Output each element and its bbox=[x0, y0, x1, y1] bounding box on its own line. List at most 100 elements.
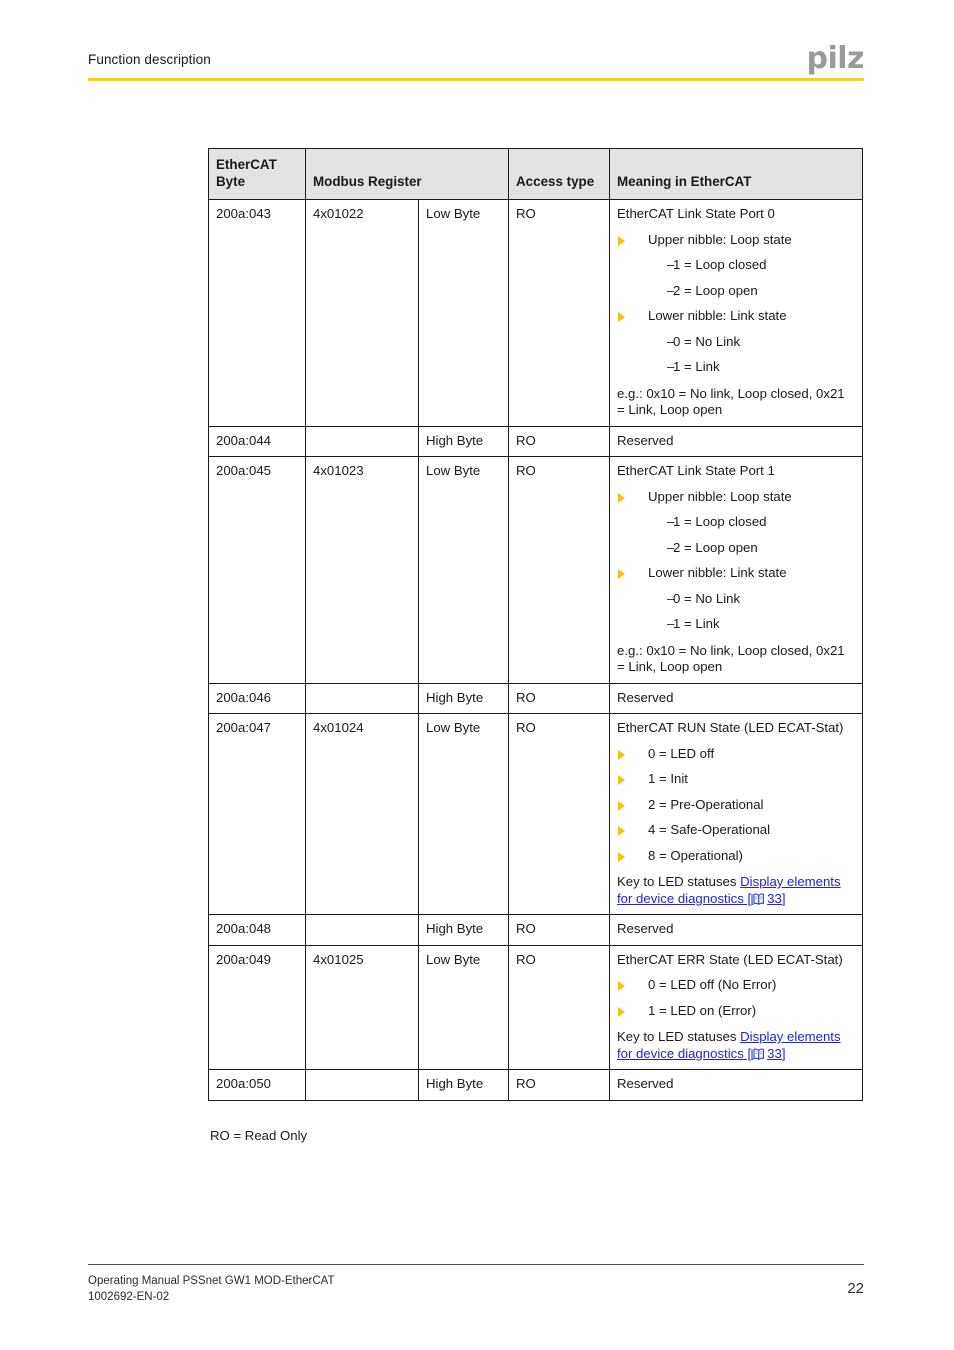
state-value-list: 0 = LED off (No Error) 1 = LED on (Error… bbox=[617, 977, 855, 1019]
cell-meaning: EtherCAT Link State Port 0 Upper nibble:… bbox=[609, 199, 863, 427]
xref-lead-text: Key to LED statuses bbox=[617, 874, 741, 889]
cell-meaning: EtherCAT RUN State (LED ECAT-Stat) 0 = L… bbox=[609, 713, 863, 915]
xref-page-ref: 33] bbox=[767, 1045, 786, 1061]
cell-byte-part: Low Byte bbox=[418, 944, 509, 1070]
cell-ethercat-byte: 200a:048 bbox=[208, 914, 306, 946]
cell-modbus-register: 4x01022 bbox=[305, 199, 419, 427]
cell-ethercat-byte: 200a:046 bbox=[208, 682, 306, 714]
sub-list: 1 = Loop closed 2 = Loop open bbox=[643, 514, 855, 556]
cell-byte-part: Low Byte bbox=[418, 713, 509, 915]
list-item: 1 = Loop closed bbox=[643, 257, 855, 274]
cross-reference-note: Key to LED statuses Display elements for… bbox=[617, 1029, 855, 1062]
cell-access-type: RO bbox=[508, 914, 610, 946]
book-icon bbox=[751, 1047, 765, 1060]
list-item: 1 = Loop closed bbox=[643, 514, 855, 531]
nibble-list: Lower nibble: Link state bbox=[617, 308, 855, 325]
column-header-access-type: Access type bbox=[508, 148, 610, 200]
cell-ethercat-byte: 200a:044 bbox=[208, 425, 306, 457]
sub-list: 0 = No Link 1 = Link bbox=[643, 591, 855, 633]
meaning-title: EtherCAT RUN State (LED ECAT-Stat) bbox=[617, 720, 844, 735]
list-item: 0 = No Link bbox=[643, 334, 855, 351]
cell-meaning: EtherCAT Link State Port 1 Upper nibble:… bbox=[609, 456, 863, 684]
nibble-list: Upper nibble: Loop state bbox=[617, 489, 855, 506]
list-item: 0 = No Link bbox=[643, 591, 855, 608]
cell-access-type: RO bbox=[508, 456, 610, 684]
cross-reference-note: Key to LED statuses Display elements for… bbox=[617, 874, 855, 907]
cell-access-type: RO bbox=[508, 682, 610, 714]
header-title: Function description bbox=[88, 52, 211, 67]
cell-access-type: RO bbox=[508, 425, 610, 457]
cell-byte-part: High Byte bbox=[418, 682, 509, 714]
cell-meaning: Reserved bbox=[609, 425, 863, 457]
table-row: 200a:047 4x01024 Low Byte RO EtherCAT RU… bbox=[208, 713, 863, 915]
cell-ethercat-byte: 200a:047 bbox=[208, 713, 306, 915]
column-header-modbus-register: Modbus Register bbox=[305, 148, 509, 200]
list-item: 2 = Loop open bbox=[643, 283, 855, 300]
table-row: 200a:048 High Byte RO Reserved bbox=[208, 914, 863, 946]
page-number: 22 bbox=[847, 1280, 864, 1297]
table-row: 200a:046 High Byte RO Reserved bbox=[208, 682, 863, 714]
table-row: 200a:044 High Byte RO Reserved bbox=[208, 425, 863, 457]
cell-meaning: EtherCAT ERR State (LED ECAT-Stat) 0 = L… bbox=[609, 944, 863, 1070]
table-row: 200a:043 4x01022 Low Byte RO EtherCAT Li… bbox=[208, 199, 863, 427]
meaning-title: EtherCAT ERR State (LED ECAT-Stat) bbox=[617, 951, 843, 967]
table-row: 200a:045 4x01023 Low Byte RO EtherCAT Li… bbox=[208, 456, 863, 684]
xref-page-ref: 33] bbox=[767, 890, 786, 906]
list-item: Lower nibble: Link state bbox=[617, 565, 855, 582]
table-row: 200a:050 High Byte RO Reserved bbox=[208, 1069, 863, 1101]
nibble-list: Lower nibble: Link state bbox=[617, 565, 855, 582]
page-header: Function description pilz bbox=[88, 44, 864, 86]
cell-ethercat-byte: 200a:045 bbox=[208, 456, 306, 684]
cell-ethercat-byte: 200a:043 bbox=[208, 199, 306, 427]
cell-access-type: RO bbox=[508, 1069, 610, 1101]
document-page: Function description pilz EtherCAT Byte … bbox=[0, 0, 954, 1350]
list-item: 1 = Link bbox=[643, 359, 855, 376]
column-header-ethercat-byte: EtherCAT Byte bbox=[208, 148, 306, 200]
list-item: 0 = LED off (No Error) bbox=[617, 977, 855, 994]
cell-byte-part: High Byte bbox=[418, 425, 509, 457]
cell-modbus-register: 4x01025 bbox=[305, 944, 419, 1070]
footer-document-number: 1002692-EN-02 bbox=[88, 1291, 170, 1303]
list-item: 1 = Link bbox=[643, 616, 855, 633]
list-item: Upper nibble: Loop state bbox=[617, 489, 855, 506]
ethercat-register-table: EtherCAT Byte Modbus Register Access typ… bbox=[208, 148, 863, 1101]
footer-manual-title: Operating Manual PSSnet GW1 MOD-EtherCAT bbox=[88, 1275, 335, 1287]
list-item: Upper nibble: Loop state bbox=[617, 232, 855, 249]
cell-meaning: Reserved bbox=[609, 1069, 863, 1101]
xref-lead-text: Key to LED statuses bbox=[617, 1029, 741, 1044]
cell-modbus-register bbox=[305, 682, 419, 714]
cell-meaning: Reserved bbox=[609, 682, 863, 714]
cell-modbus-register: 4x01023 bbox=[305, 456, 419, 684]
sub-list: 1 = Loop closed 2 = Loop open bbox=[643, 257, 855, 299]
cell-byte-part: Low Byte bbox=[418, 456, 509, 684]
list-item: 0 = LED off bbox=[617, 746, 855, 763]
cell-access-type: RO bbox=[508, 944, 610, 1070]
cell-modbus-register: 4x01024 bbox=[305, 713, 419, 915]
cell-modbus-register bbox=[305, 425, 419, 457]
state-value-list: 0 = LED off 1 = Init 2 = Pre-Operational… bbox=[617, 746, 855, 865]
list-item: 1 = Init bbox=[617, 771, 855, 788]
list-item: 4 = Safe-Operational bbox=[617, 822, 855, 839]
table-header-row: EtherCAT Byte Modbus Register Access typ… bbox=[208, 148, 863, 200]
column-header-meaning: Meaning in EtherCAT bbox=[609, 148, 863, 200]
list-item: 1 = LED on (Error) bbox=[617, 1003, 855, 1020]
table-row: 200a:049 4x01025 Low Byte RO EtherCAT ER… bbox=[208, 944, 863, 1070]
footer-document-info: Operating Manual PSSnet GW1 MOD-EtherCAT… bbox=[88, 1273, 335, 1305]
meaning-title: EtherCAT Link State Port 1 bbox=[617, 463, 775, 478]
cell-ethercat-byte: 200a:049 bbox=[208, 944, 306, 1070]
example-note: e.g.: 0x10 = No link, Loop closed, 0x21 … bbox=[617, 642, 845, 675]
pilz-logo: pilz bbox=[806, 41, 864, 76]
nibble-list: Upper nibble: Loop state bbox=[617, 232, 855, 249]
sub-list: 0 = No Link 1 = Link bbox=[643, 334, 855, 376]
cell-meaning: Reserved bbox=[609, 914, 863, 946]
meaning-title: EtherCAT Link State Port 0 bbox=[617, 206, 775, 221]
book-icon bbox=[751, 892, 765, 905]
cell-ethercat-byte: 200a:050 bbox=[208, 1069, 306, 1101]
cell-modbus-register bbox=[305, 914, 419, 946]
example-note: e.g.: 0x10 = No link, Loop closed, 0x21 … bbox=[617, 385, 845, 418]
cell-byte-part: High Byte bbox=[418, 1069, 509, 1101]
cell-access-type: RO bbox=[508, 713, 610, 915]
table-legend: RO = Read Only bbox=[210, 1128, 308, 1143]
cell-byte-part: Low Byte bbox=[418, 199, 509, 427]
footer-rule bbox=[88, 1264, 864, 1265]
